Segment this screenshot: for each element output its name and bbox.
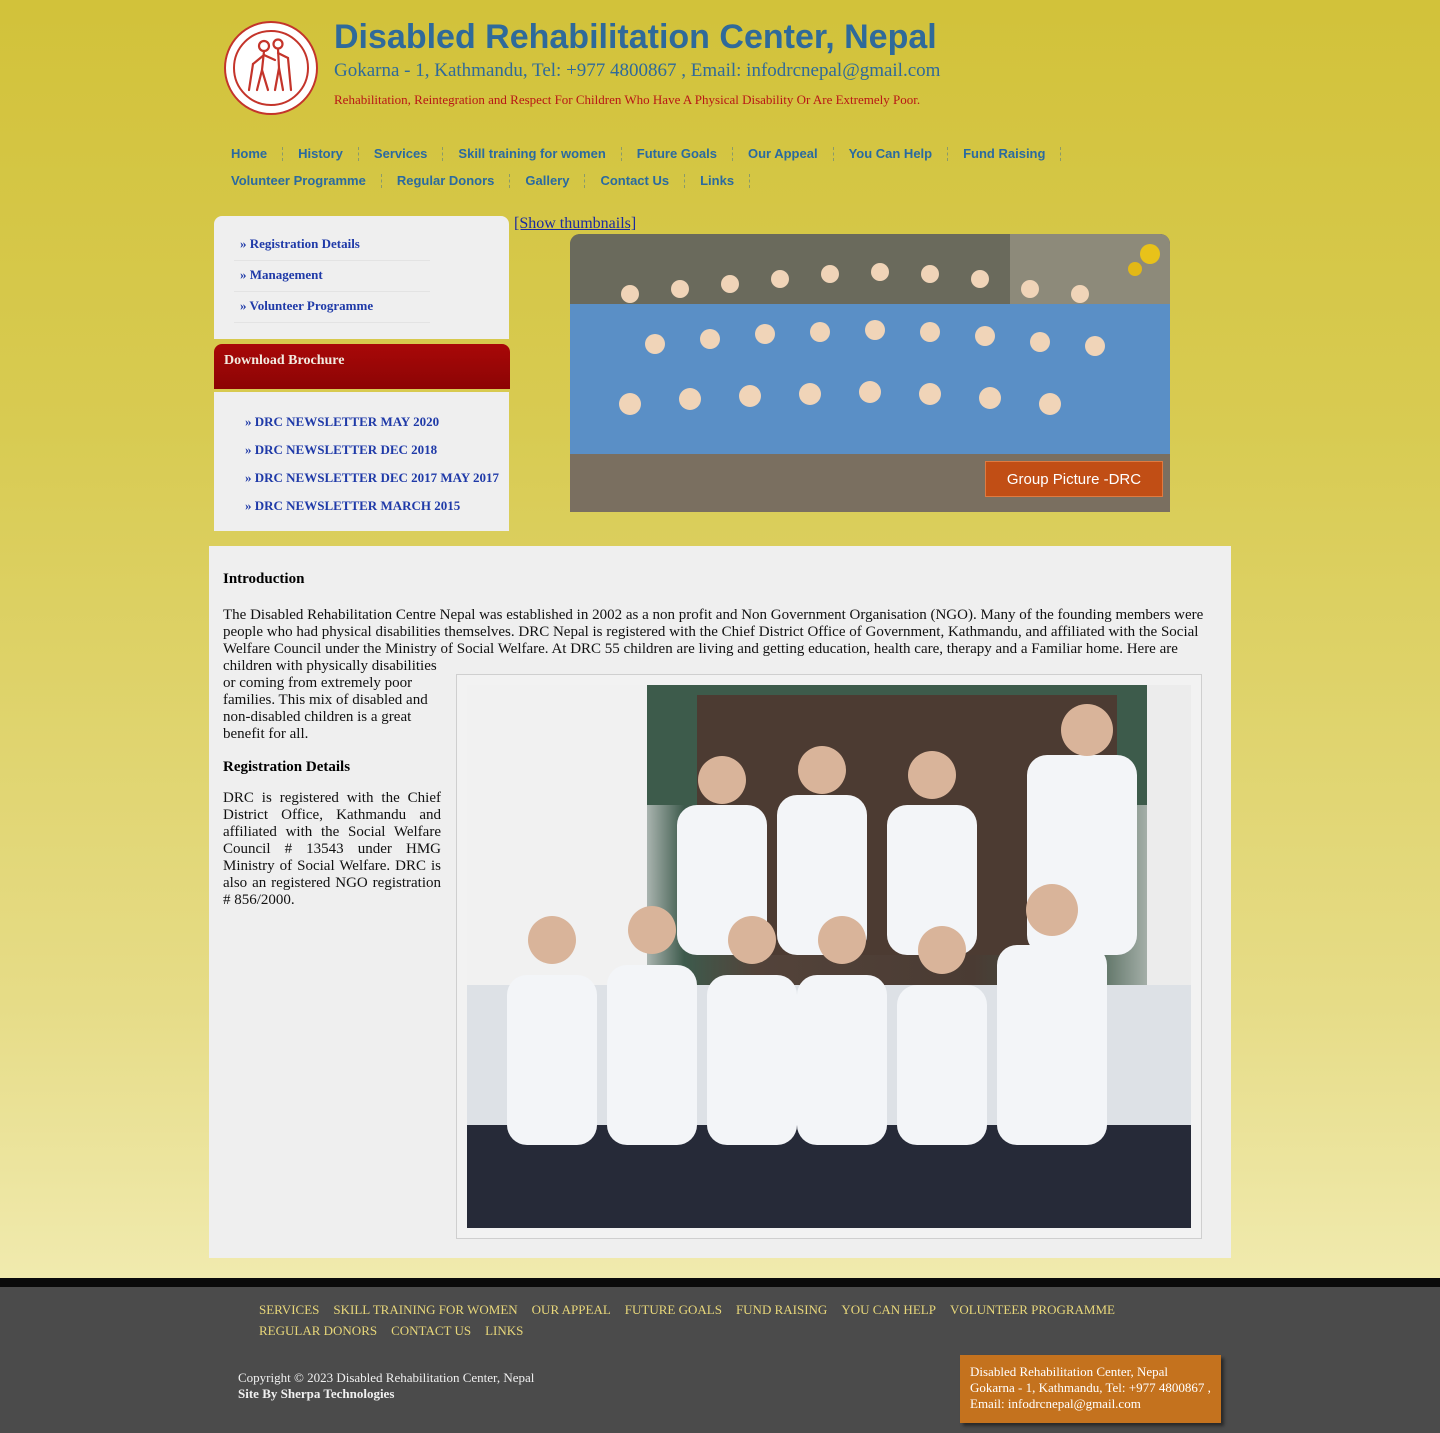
- footer-contact-box: Disabled Rehabilitation Center, Nepal Go…: [960, 1355, 1221, 1423]
- logo[interactable]: [224, 21, 318, 115]
- site-title: Disabled Rehabilitation Center, Nepal: [334, 18, 937, 56]
- nav-separator: [684, 173, 686, 188]
- nav-services[interactable]: Services: [374, 146, 428, 161]
- nav-home[interactable]: Home: [231, 146, 267, 161]
- footer-contact-address: Gokarna - 1, Kathmandu, Tel: +977 480086…: [970, 1380, 1211, 1395]
- nav-you-can-help[interactable]: You Can Help: [849, 146, 933, 161]
- brochure-link-dec-2018[interactable]: » DRC NEWSLETTER DEC 2018: [245, 442, 437, 458]
- slideshow-caption: Group Picture -DRC: [985, 461, 1163, 497]
- footer-copyright: Copyright © 2023 Disabled Rehabilitation…: [238, 1370, 535, 1385]
- nav-skill-training[interactable]: Skill training for women: [458, 146, 605, 161]
- nav-separator: [357, 146, 359, 161]
- nav-separator: [832, 146, 834, 161]
- footer-site-credit[interactable]: Site By Sherpa Technologies: [238, 1386, 394, 1402]
- footer-nav-row-2: REGULAR DONORS CONTACT US LINKS: [259, 1323, 537, 1339]
- footer-nav-row-1: SERVICES SKILL TRAINING FOR WOMEN OUR AP…: [259, 1302, 1129, 1318]
- nav-history[interactable]: History: [298, 146, 343, 161]
- brochure-link-march-2015[interactable]: » DRC NEWSLETTER MARCH 2015: [245, 498, 460, 514]
- nav-separator: [1060, 146, 1062, 161]
- footer-link-regular-donors[interactable]: REGULAR DONORS: [259, 1323, 377, 1339]
- footer-link-contact-us[interactable]: CONTACT US: [391, 1323, 471, 1339]
- download-brochure-heading: Download Brochure: [214, 344, 510, 389]
- children-photo: [467, 685, 1191, 1228]
- show-thumbnails-label: [Show thumbnails]: [514, 215, 637, 232]
- brochure-link-may-2020[interactable]: » DRC NEWSLETTER MAY 2020: [245, 414, 439, 430]
- nav-separator: [282, 146, 284, 161]
- main-nav-row-1: Home History Services Skill training for…: [231, 146, 1076, 161]
- introduction-heading: Introduction: [223, 571, 305, 587]
- footer-contact-email: Email: infodrcnepal@gmail.com: [970, 1396, 1141, 1411]
- nav-links[interactable]: Links: [700, 173, 734, 188]
- footer-link-volunteer-programme[interactable]: VOLUNTEER PROGRAMME: [950, 1302, 1115, 1318]
- site-tagline: Rehabilitation, Reintegration and Respec…: [334, 92, 921, 107]
- registration-details-heading: Registration Details: [223, 759, 351, 775]
- sidebar-link-registration-details[interactable]: » Registration Details: [234, 230, 430, 261]
- show-thumbnails-link[interactable]: [Show thumbnails]: [514, 215, 636, 233]
- sidebar-link-management[interactable]: » Management: [234, 261, 430, 292]
- nav-separator: [442, 146, 444, 161]
- footer-link-you-can-help[interactable]: YOU CAN HELP: [841, 1302, 936, 1318]
- nav-gallery[interactable]: Gallery: [525, 173, 569, 188]
- introduction-text-continued: children with physically disabilities or…: [223, 658, 437, 742]
- footer-link-services[interactable]: SERVICES: [259, 1302, 319, 1318]
- footer-link-fund-raising[interactable]: FUND RAISING: [736, 1302, 827, 1318]
- nav-separator: [584, 173, 586, 188]
- main-nav-row-2: Volunteer Programme Regular Donors Galle…: [231, 173, 765, 188]
- sidebar-link-volunteer-programme[interactable]: » Volunteer Programme: [234, 292, 430, 323]
- nav-contact-us[interactable]: Contact Us: [600, 173, 669, 188]
- nav-separator: [731, 146, 733, 161]
- footer-link-future-goals[interactable]: FUTURE GOALS: [625, 1302, 722, 1318]
- nav-separator: [620, 146, 622, 161]
- nav-separator: [749, 173, 751, 188]
- registration-details-text: DRC is registered with the Chief Distric…: [223, 790, 441, 908]
- nav-separator: [947, 146, 949, 161]
- nav-our-appeal[interactable]: Our Appeal: [748, 146, 818, 161]
- footer-contact-name: Disabled Rehabilitation Center, Nepal: [970, 1364, 1169, 1379]
- footer-link-links[interactable]: LINKS: [485, 1323, 523, 1339]
- brochure-link-dec-2017-may-2017[interactable]: » DRC NEWSLETTER DEC 2017 MAY 2017: [245, 470, 499, 486]
- nav-fund-raising[interactable]: Fund Raising: [963, 146, 1045, 161]
- footer-link-our-appeal[interactable]: OUR APPEAL: [532, 1302, 611, 1318]
- footer-link-skill-training[interactable]: SKILL TRAINING FOR WOMEN: [333, 1302, 517, 1318]
- footer-divider: [0, 1278, 1440, 1287]
- logo-emblem-icon: [233, 30, 309, 106]
- nav-separator: [509, 173, 511, 188]
- nav-future-goals[interactable]: Future Goals: [637, 146, 717, 161]
- children-photo-image: [467, 685, 1191, 1228]
- introduction-text: The Disabled Rehabilitation Centre Nepal…: [223, 607, 1204, 657]
- nav-regular-donors[interactable]: Regular Donors: [397, 173, 495, 188]
- nav-separator: [380, 173, 382, 188]
- site-contact-info: Gokarna - 1, Kathmandu, Tel: +977 480086…: [334, 60, 941, 81]
- nav-volunteer-programme[interactable]: Volunteer Programme: [231, 173, 366, 188]
